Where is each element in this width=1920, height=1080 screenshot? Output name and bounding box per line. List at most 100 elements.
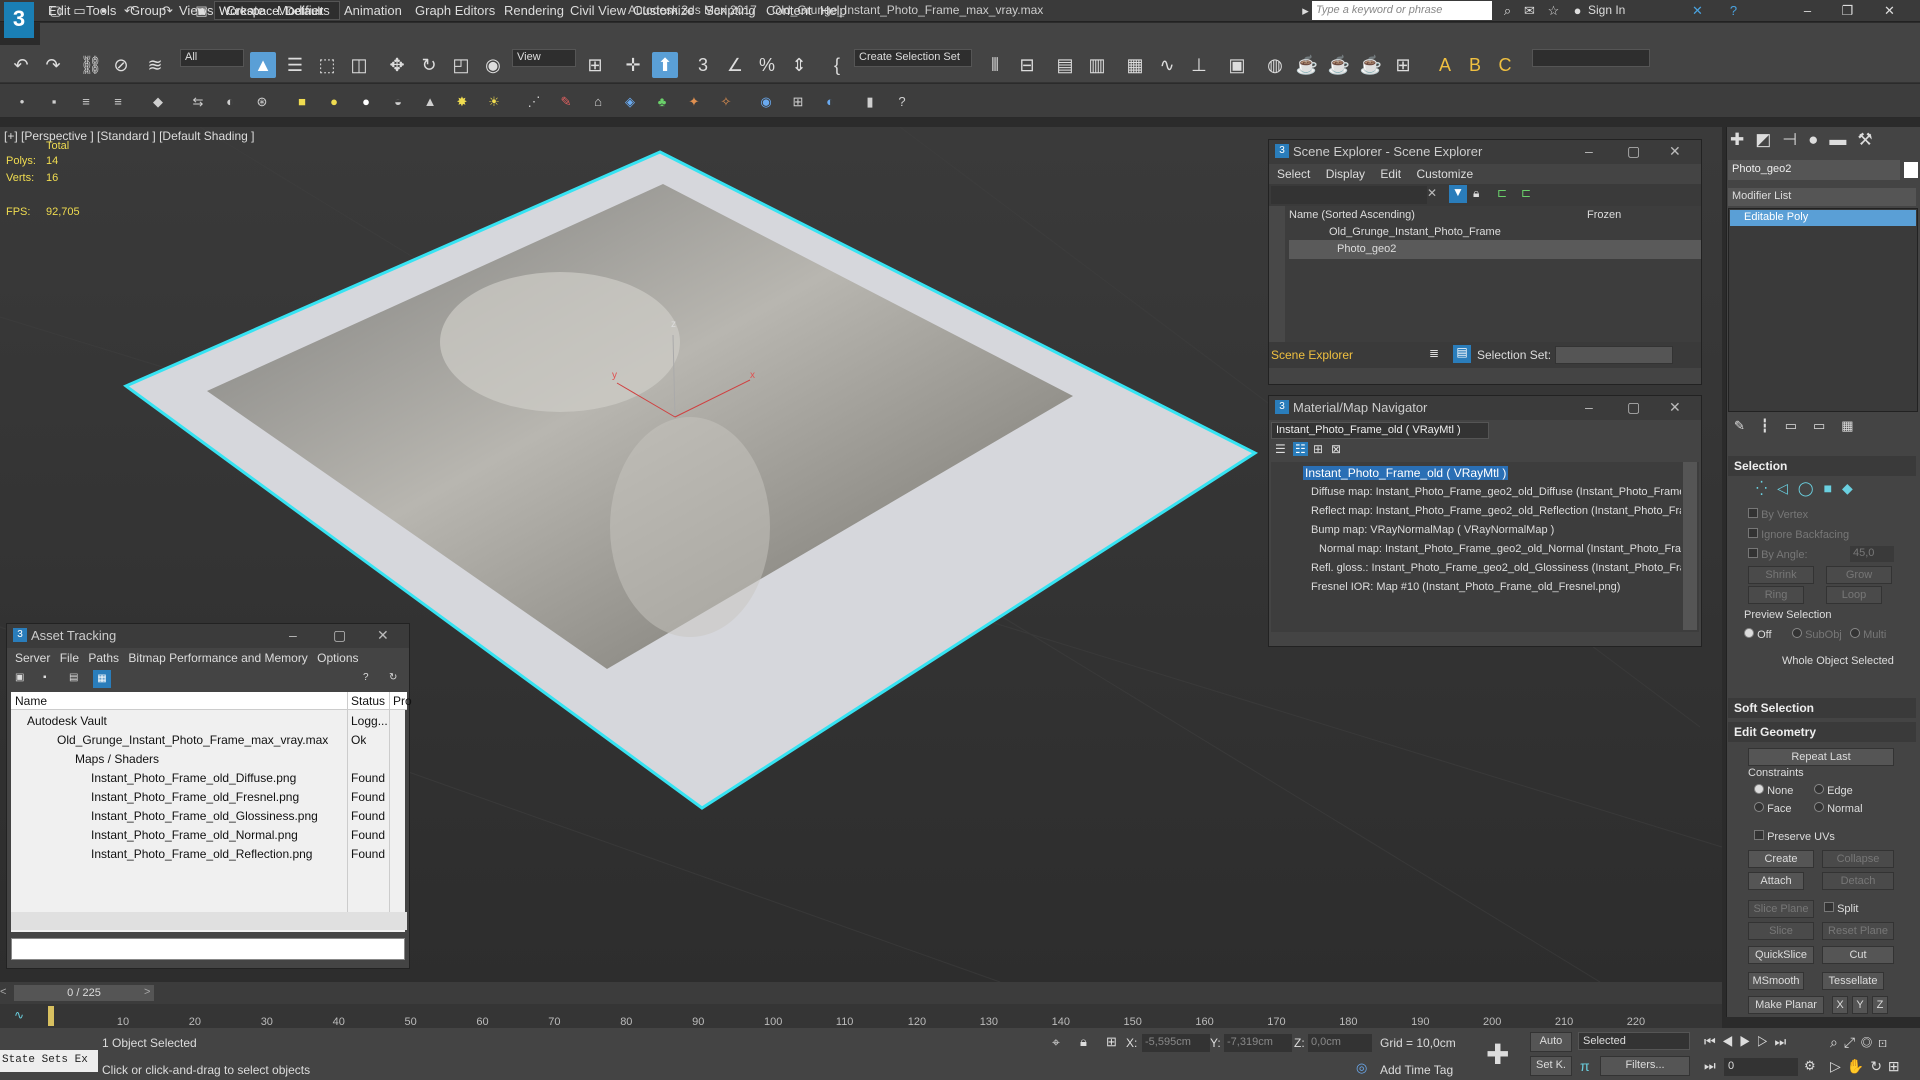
cone-icon[interactable]: ▲	[420, 92, 440, 112]
material-navigator-titlebar[interactable]: 3 Material/Map Navigator – ▢ ✕	[1269, 396, 1701, 420]
menu-create[interactable]: Create	[226, 3, 265, 18]
tool-icon[interactable]: ◉	[756, 92, 776, 112]
menu-civil-view[interactable]: Civil View	[570, 3, 626, 18]
edit-geometry-rollout-header[interactable]: Edit Geometry	[1728, 722, 1916, 742]
scale-icon[interactable]: ◰	[448, 52, 474, 78]
tessellate-button[interactable]: Tessellate	[1822, 972, 1884, 990]
ignore-backfacing-checkbox[interactable]: Ignore Backfacing	[1748, 528, 1849, 541]
current-frame-field[interactable]: 0	[1724, 1058, 1798, 1076]
time-config-icon[interactable]: ⚙	[1804, 1058, 1816, 1074]
menu-modifiers[interactable]: Modifiers	[277, 3, 330, 18]
create-button[interactable]: Create	[1748, 850, 1814, 868]
preview-multi-radio[interactable]: Multi	[1850, 628, 1886, 641]
extra-dropdown[interactable]	[1532, 49, 1650, 67]
msmooth-button[interactable]: MSmooth	[1748, 972, 1804, 990]
help-icon[interactable]: ?	[1726, 3, 1741, 18]
cylinder-icon[interactable]: ◒	[388, 92, 408, 112]
user-icon[interactable]: ●	[1570, 3, 1585, 18]
menu-views[interactable]: Views	[179, 3, 213, 18]
select-object-icon[interactable]: ▲	[250, 52, 276, 78]
tool-icon[interactable]: ◐	[220, 92, 240, 112]
geosphere-icon[interactable]: ●	[356, 92, 376, 112]
text-a-icon[interactable]: A	[1432, 52, 1458, 78]
by-angle-field[interactable]: 45,0	[1850, 546, 1894, 562]
rectangular-selection-icon[interactable]: ⬚	[314, 52, 340, 78]
layers-icon[interactable]: ≣	[1429, 346, 1439, 360]
constraint-normal-radio[interactable]: Normal	[1814, 802, 1863, 815]
asset-tracking-titlebar[interactable]: 3 Asset Tracking – ▢ ✕	[7, 624, 409, 648]
asset-refresh-icon[interactable]: ↻	[389, 672, 397, 683]
key-mode-icon[interactable]: π	[1580, 1058, 1590, 1074]
asset-menu-server[interactable]: Server	[15, 651, 50, 665]
quickslice-button[interactable]: QuickSlice	[1748, 946, 1814, 964]
minimize-icon[interactable]: –	[289, 627, 297, 643]
planar-y-button[interactable]: Y	[1852, 996, 1868, 1014]
text-b-icon[interactable]: B	[1462, 52, 1488, 78]
layer-explorer-icon[interactable]: ▥	[1084, 52, 1110, 78]
split-checkbox[interactable]: Split	[1824, 902, 1858, 915]
reset-plane-button[interactable]: Reset Plane	[1822, 922, 1894, 940]
material-tree-bump[interactable]: Bump map: VRayNormalMap ( VRayNormalMap …	[1289, 521, 1681, 540]
hierarchy2-icon[interactable]: ⊏	[1521, 186, 1531, 200]
render-setup-icon[interactable]: ☕	[1294, 52, 1320, 78]
soft-selection-rollout-header[interactable]: Soft Selection	[1728, 698, 1916, 718]
asset-row-maps[interactable]: Maps / Shaders	[75, 750, 159, 769]
stack-tools[interactable]: ✎┇▭▭▦	[1734, 418, 1870, 434]
angle-snap-icon[interactable]: ∠	[722, 52, 748, 78]
move-icon[interactable]: ✥	[384, 52, 410, 78]
sphere-icon[interactable]: ●	[324, 92, 344, 112]
time-tag-icon[interactable]: ◎	[1356, 1060, 1367, 1076]
stack-item-editable-poly[interactable]: Editable Poly	[1730, 210, 1916, 226]
scene-explorer-toggle-icon[interactable]: ▤	[1052, 52, 1078, 78]
dope-sheet-icon[interactable]: ⊥	[1186, 52, 1212, 78]
close-icon[interactable]: ✕	[377, 627, 389, 644]
percent-snap-icon[interactable]: %	[754, 52, 780, 78]
menu-animation[interactable]: Animation	[344, 3, 402, 18]
command-panel-tabs[interactable]: ✚◩⊣●▬⚒	[1730, 130, 1916, 154]
curve-editor-icon[interactable]: ∿	[1154, 52, 1180, 78]
filters-button[interactable]: Filters...	[1600, 1056, 1690, 1076]
tool-icon[interactable]: ⌂	[588, 92, 608, 112]
mirror-icon[interactable]: ⫴	[982, 52, 1008, 78]
asset-tool-icon[interactable]: ▤	[69, 672, 78, 683]
asset-col-status[interactable]: Status	[351, 694, 385, 708]
create-selection-set-dropdown[interactable]: Create Selection Set	[854, 49, 972, 67]
absolute-mode-icon[interactable]: ⊞	[1106, 1034, 1117, 1050]
spinner-snap-icon[interactable]: ⇕	[786, 52, 812, 78]
playback-controls[interactable]: ⏮◀▶▷⏭	[1704, 1034, 1792, 1050]
selection-set-icon[interactable]: ▤	[1453, 345, 1471, 363]
preview-off-radio[interactable]: Off	[1744, 628, 1772, 641]
hierarchy-icon[interactable]: ⊏	[1497, 186, 1507, 200]
maximize-icon[interactable]: ❐	[1840, 3, 1855, 18]
object-name-field[interactable]: Photo_geo2	[1728, 160, 1900, 180]
constraint-edge-radio[interactable]: Edge	[1814, 784, 1853, 797]
binoculars-icon[interactable]: ⌕	[1500, 3, 1515, 18]
lock-icon[interactable]: 🔒︎	[1473, 186, 1479, 201]
reference-coordinate-dropdown[interactable]: View	[512, 49, 576, 67]
light-icon[interactable]: ✸	[452, 92, 472, 112]
sign-in-link[interactable]: Sign In	[1588, 3, 1625, 17]
ring-button[interactable]: Ring	[1748, 586, 1804, 604]
asset-horizontal-scrollbar[interactable]	[11, 912, 407, 930]
tool-icon[interactable]: •	[12, 92, 32, 112]
tool-icon[interactable]: ◈	[620, 92, 640, 112]
app-logo[interactable]: 3	[4, 2, 34, 38]
key-mode-toggle-icon[interactable]: ⏭	[1704, 1058, 1716, 1074]
rotate-icon[interactable]: ↻	[416, 52, 442, 78]
pivot-center-icon[interactable]: ⊞	[582, 52, 608, 78]
tool-icon[interactable]: ✦	[684, 92, 704, 112]
exchange-icon[interactable]: ✕	[1690, 3, 1705, 18]
minimize-icon[interactable]: –	[1585, 143, 1593, 159]
add-time-tag[interactable]: Add Time Tag	[1380, 1063, 1453, 1077]
time-slider-thumb[interactable]: 0 / 225	[14, 985, 154, 1001]
placement-icon[interactable]: ◉	[480, 52, 506, 78]
asset-tool-icon[interactable]: ▪	[43, 672, 47, 683]
material-tree-normal[interactable]: Normal map: Instant_Photo_Frame_geo2_old…	[1297, 540, 1681, 559]
asset-menu-file[interactable]: File	[60, 651, 79, 665]
planar-x-button[interactable]: X	[1832, 996, 1848, 1014]
align-icon[interactable]: ⊟	[1014, 52, 1040, 78]
filter-icon[interactable]: ▼	[1449, 185, 1467, 203]
scene-search-input[interactable]	[1271, 186, 1427, 204]
close-icon[interactable]: ✕	[1669, 143, 1681, 160]
view-small-icons-icon[interactable]: ⊞	[1313, 442, 1323, 456]
